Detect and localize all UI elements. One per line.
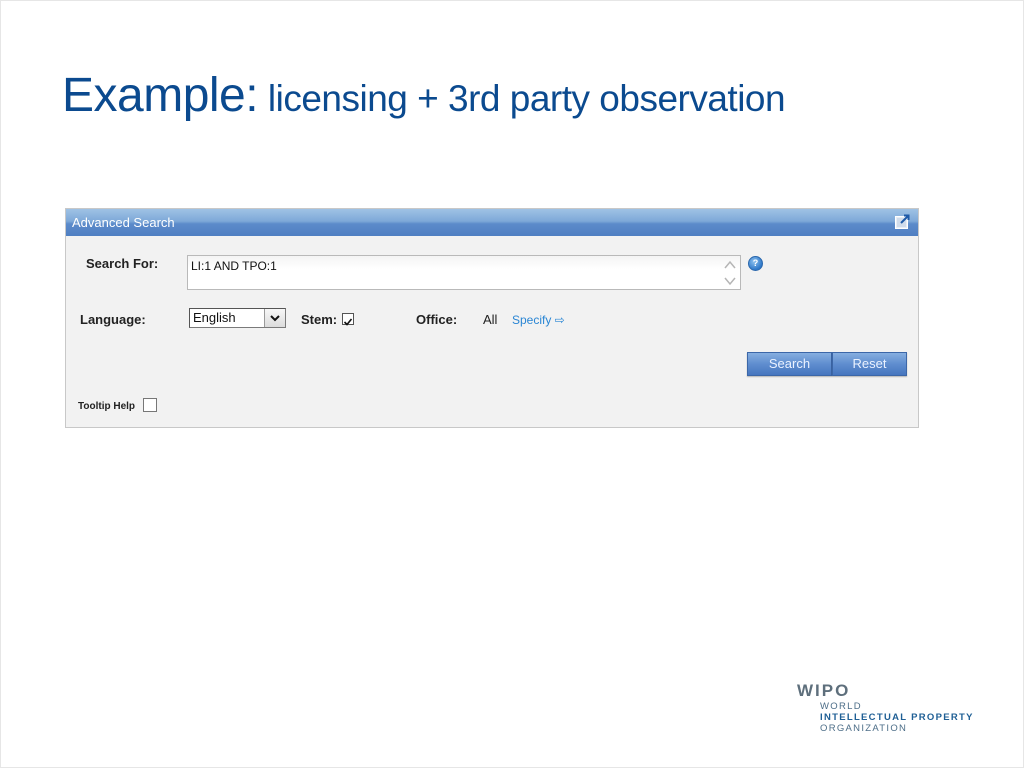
slide-title-sub: licensing + 3rd party observation [258,78,786,119]
language-select[interactable]: English [189,308,286,328]
language-selected-value: English [193,310,236,325]
advanced-search-panel: Advanced Search Search For: LI:1 AND TPO… [65,208,919,428]
reset-button[interactable]: Reset [832,352,907,376]
panel-title: Advanced Search [72,215,175,230]
search-for-value: LI:1 AND TPO:1 [191,259,277,273]
language-label: Language: [80,312,146,327]
tooltip-help-label: Tooltip Help [78,401,136,412]
help-question-icon[interactable]: ? [748,256,763,271]
search-button[interactable]: Search [747,352,832,376]
scroll-down-icon[interactable] [723,274,737,288]
help-glyph: ? [752,258,759,268]
panel-header: Advanced Search [66,209,918,236]
logo-wordmark: WIPO [797,681,851,700]
search-for-label: Search For: [86,256,159,271]
logo-line-world: WORLD [820,701,862,712]
specify-office-link[interactable]: Specify ⇨ [512,313,565,327]
slide-title: Example: licensing + 3rd party observati… [62,68,786,123]
stem-label: Stem: [301,312,338,327]
popout-window-icon[interactable] [895,214,910,229]
checkmark-icon [343,318,353,326]
stem-checkbox[interactable] [342,313,354,326]
office-value: All [483,312,498,327]
logo-line-organization: ORGANIZATION [820,723,908,734]
logo-line-intellectual-property: INTELLECTUAL PROPERTY [820,712,974,723]
wipo-logo: WIPO WORLD INTELLECTUAL PROPERTY ORGANIZ… [797,681,974,734]
search-for-input[interactable]: LI:1 AND TPO:1 [187,255,741,290]
slide-title-main: Example: [62,69,259,122]
chevron-down-icon[interactable] [264,309,285,327]
scroll-up-icon[interactable] [723,258,737,272]
office-label: Office: [416,312,458,327]
tooltip-help-checkbox[interactable] [143,398,157,412]
